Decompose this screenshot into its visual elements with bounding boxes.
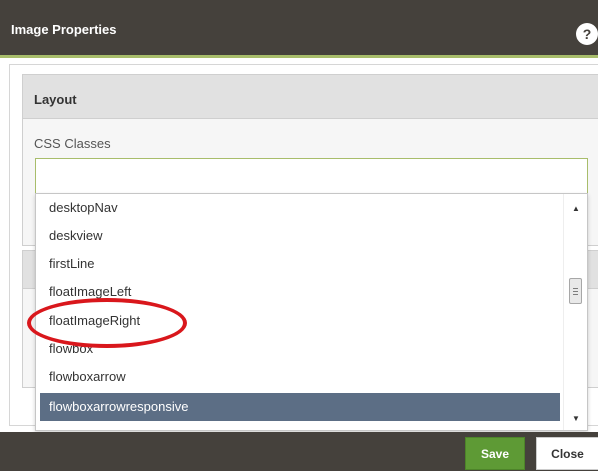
layout-section-title: Layout [34,92,77,107]
dropdown-option-flowboxarrowresponsive[interactable]: flowboxarrowresponsive [40,393,560,421]
dropdown-scrollbar[interactable]: ▲ ▼ [563,194,587,430]
dropdown-option-desktopnav[interactable]: desktopNav [40,194,560,222]
help-icon[interactable]: ? [576,23,598,45]
dropdown-option-firstline[interactable]: firstLine [40,250,560,278]
dropdown-option-flowboxarrow[interactable]: flowboxarrow [40,363,560,391]
red-circle-annotation [27,298,187,348]
layout-section-header[interactable]: Layout [23,75,598,119]
close-button[interactable]: Close [536,437,598,470]
grip-line [573,294,578,295]
save-button[interactable]: Save [465,437,525,470]
css-classes-input[interactable] [35,158,588,194]
scroll-down-arrow-icon[interactable]: ▼ [568,412,584,426]
css-classes-label: CSS Classes [34,136,111,151]
grip-line [573,291,578,292]
scrollbar-thumb[interactable] [569,278,582,304]
dialog-header: Image Properties ? [0,0,598,58]
grip-line [573,288,578,289]
scroll-up-arrow-icon[interactable]: ▲ [568,202,584,216]
dialog-title: Image Properties [11,22,117,37]
dropdown-option-deskview[interactable]: deskview [40,222,560,250]
